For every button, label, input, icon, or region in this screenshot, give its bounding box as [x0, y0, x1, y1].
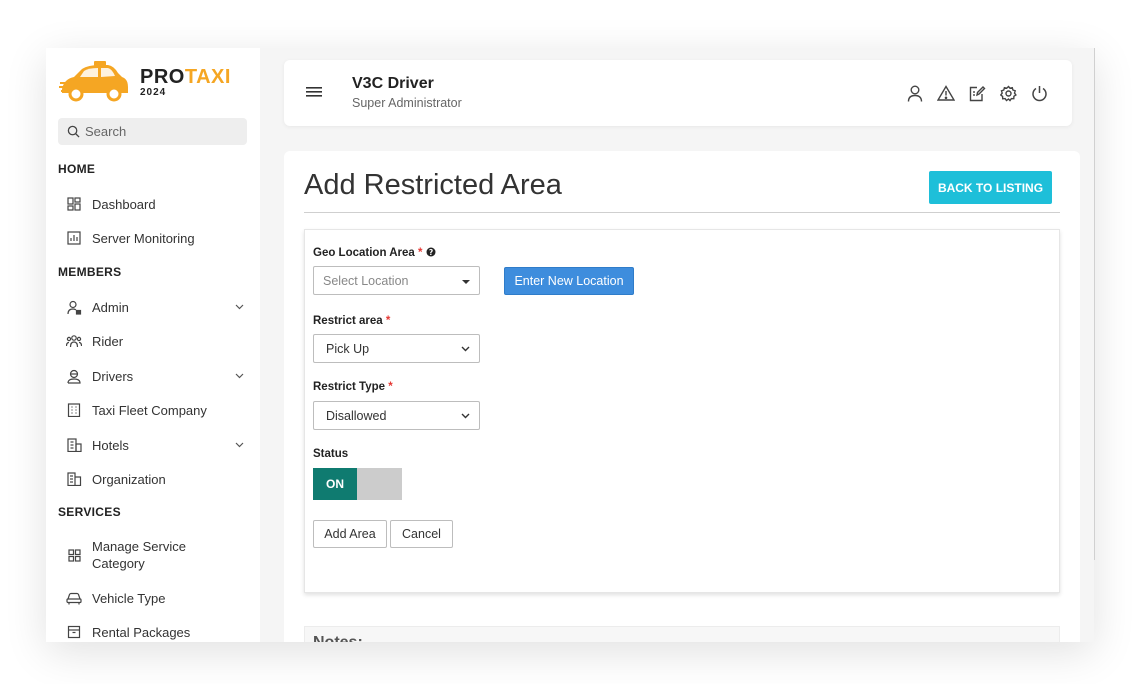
building-icon	[66, 402, 82, 418]
restrict-area-label: Restrict area *	[313, 315, 391, 327]
chevron-down-icon	[461, 346, 470, 352]
notes-title: Notes:	[313, 634, 363, 642]
geo-location-select[interactable]: Select Location	[313, 266, 480, 295]
sidebar-item-taxi-fleet-company[interactable]: Taxi Fleet Company	[66, 402, 246, 418]
header-title: V3C Driver	[352, 75, 434, 92]
hamburger-menu-icon[interactable]	[306, 86, 323, 98]
caret-down-icon	[462, 280, 470, 284]
main-content: Add Restricted Area BACK TO LISTING Geo …	[284, 151, 1080, 642]
taxi-car-icon	[59, 61, 128, 102]
package-icon	[66, 624, 82, 640]
search-input[interactable]: Search	[58, 118, 247, 145]
sidebar-item-rental-packages[interactable]: Rental Packages	[66, 624, 246, 640]
power-icon[interactable]	[1030, 84, 1048, 102]
restricted-area-form: Geo Location Area * ? Select Location En…	[304, 229, 1060, 593]
status-toggle[interactable]: ON	[313, 468, 402, 500]
back-to-listing-button[interactable]: BACK TO LISTING	[929, 171, 1052, 204]
chevron-down-icon[interactable]	[235, 373, 244, 379]
window-edge	[1094, 48, 1095, 560]
group-icon	[66, 333, 82, 349]
toggle-on-state: ON	[313, 468, 357, 500]
organization-icon	[66, 471, 82, 487]
section-title-services: SERVICES	[58, 505, 121, 519]
search-placeholder: Search	[85, 124, 127, 139]
chevron-down-icon[interactable]	[235, 304, 244, 310]
enter-new-location-button[interactable]: Enter New Location	[504, 267, 634, 295]
sidebar: PROTAXI 2024 Search HOME Dashboard Serve…	[46, 48, 260, 642]
driver-icon	[66, 368, 82, 384]
sidebar-item-dashboard[interactable]: Dashboard	[66, 196, 246, 212]
chart-icon	[66, 230, 82, 246]
hotel-icon	[66, 437, 82, 453]
user-icon[interactable]	[906, 84, 924, 102]
search-icon	[67, 125, 80, 138]
sidebar-item-admin[interactable]: Admin	[66, 299, 246, 315]
admin-user-icon	[66, 299, 82, 315]
car-icon	[66, 590, 82, 606]
logo-name: PROTAXI	[140, 65, 231, 88]
header-bar: V3C Driver Super Administrator	[284, 60, 1072, 126]
sidebar-item-drivers[interactable]: Drivers	[66, 368, 246, 384]
edit-icon[interactable]	[968, 84, 986, 102]
logo[interactable]: PROTAXI 2024	[58, 56, 231, 108]
sidebar-item-vehicle-type[interactable]: Vehicle Type	[66, 590, 246, 606]
sidebar-item-manage-service-category[interactable]: Manage Service Category	[66, 538, 246, 572]
logo-year: 2024	[140, 86, 167, 98]
chevron-down-icon[interactable]	[235, 442, 244, 448]
restrict-area-select[interactable]: Pick Up	[313, 334, 480, 363]
page-title: Add Restricted Area	[304, 169, 562, 201]
notes-panel: Notes:	[304, 626, 1060, 642]
toggle-off-state	[357, 468, 402, 500]
status-label: Status	[313, 448, 349, 460]
sidebar-item-organization[interactable]: Organization	[66, 471, 246, 487]
alert-icon[interactable]	[937, 84, 955, 102]
svg-text:?: ?	[429, 248, 433, 257]
sidebar-item-hotels[interactable]: Hotels	[66, 437, 246, 453]
section-title-home: HOME	[58, 162, 96, 176]
dashboard-icon	[66, 196, 82, 212]
settings-icon[interactable]	[999, 84, 1017, 102]
geo-location-label: Geo Location Area * ?	[313, 247, 436, 259]
restrict-type-label: Restrict Type *	[313, 381, 393, 393]
sidebar-item-server-monitoring[interactable]: Server Monitoring	[66, 230, 246, 246]
section-title-members: MEMBERS	[58, 265, 122, 279]
help-icon[interactable]: ?	[426, 247, 436, 257]
chevron-down-icon	[461, 413, 470, 419]
header-subtitle: Super Administrator	[352, 96, 462, 110]
title-divider	[304, 212, 1060, 213]
restrict-type-select[interactable]: Disallowed	[313, 401, 480, 430]
app-window: PROTAXI 2024 Search HOME Dashboard Serve…	[46, 48, 1094, 642]
sidebar-item-rider[interactable]: Rider	[66, 333, 246, 349]
add-area-button[interactable]: Add Area	[313, 520, 387, 548]
grid-icon	[66, 547, 82, 563]
cancel-button[interactable]: Cancel	[390, 520, 453, 548]
